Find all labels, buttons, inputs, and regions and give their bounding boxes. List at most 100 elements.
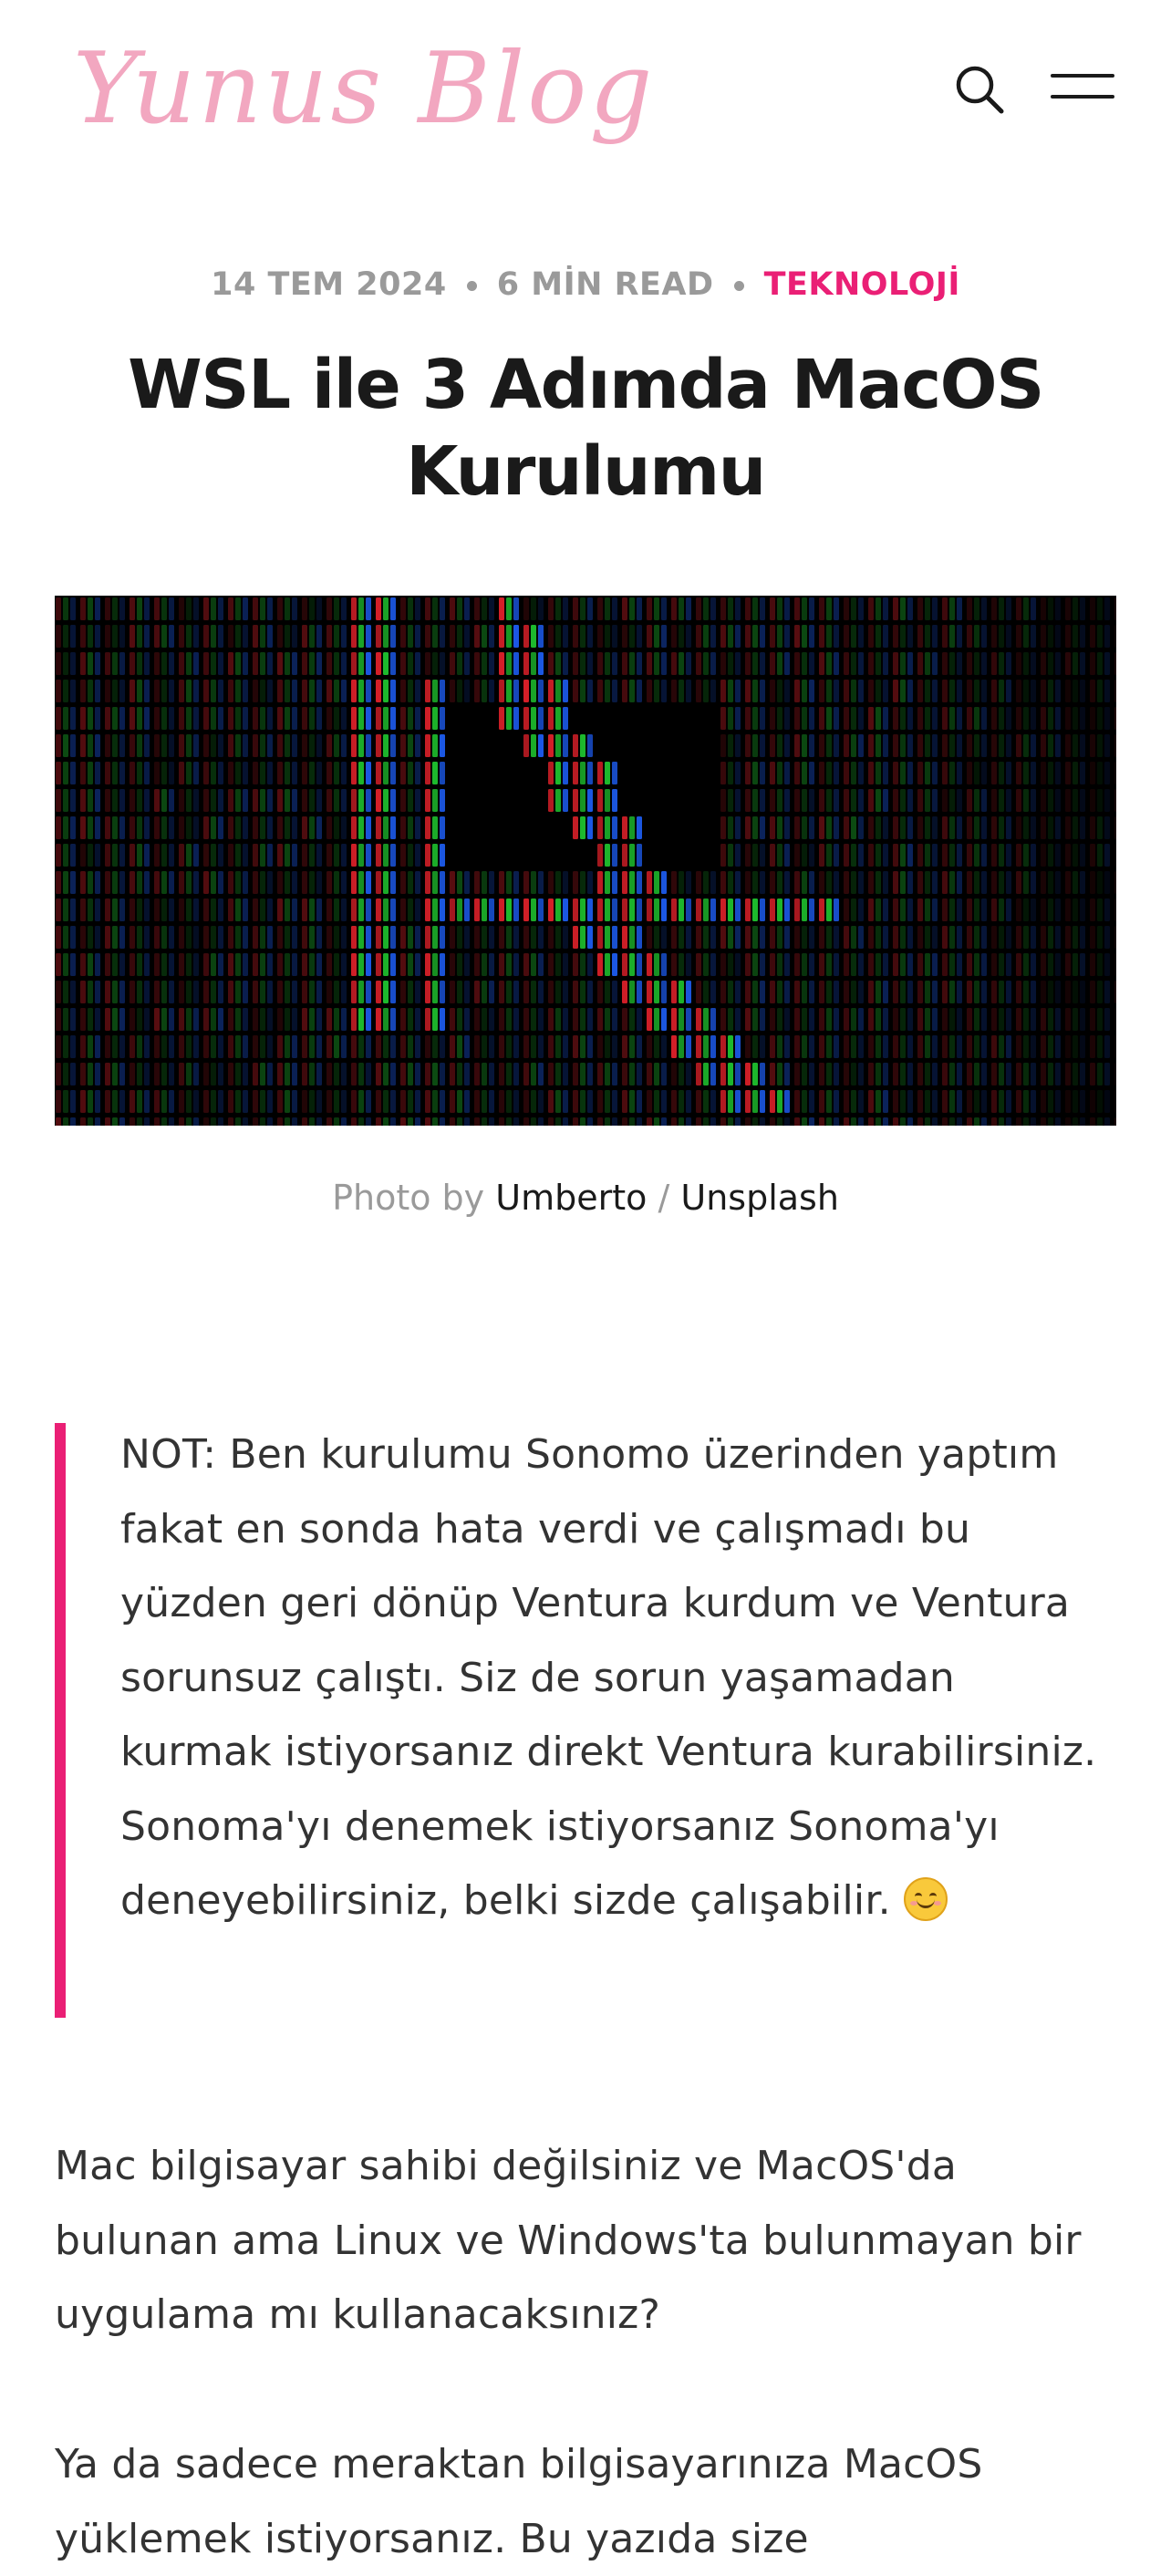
menu-icon [1051, 74, 1114, 78]
subpixel [1031, 871, 1036, 894]
subpixel [119, 707, 125, 730]
subpixel [70, 707, 76, 730]
subpixel [334, 1117, 339, 1126]
search-button[interactable] [948, 58, 1012, 122]
subpixel [1097, 871, 1103, 894]
subpixel [95, 1008, 100, 1031]
subpixel [440, 981, 445, 1003]
subpixel [119, 953, 125, 976]
meta-separator [733, 280, 744, 291]
subpixel [63, 1090, 68, 1113]
subpixel [1055, 652, 1061, 675]
subpixel [432, 1090, 438, 1113]
subpixel [506, 1090, 512, 1113]
menu-button[interactable] [1040, 55, 1124, 119]
subpixel [218, 789, 223, 812]
subpixel [523, 926, 529, 949]
subpixel [334, 762, 339, 784]
subpixel [735, 1035, 741, 1058]
subpixel [735, 680, 741, 702]
subpixel [154, 898, 160, 921]
subpixel [612, 1035, 617, 1058]
subpixel [745, 871, 751, 894]
subpixel [130, 1035, 135, 1058]
subpixel [415, 1063, 420, 1085]
subpixel [580, 1063, 586, 1085]
subpixel [999, 844, 1004, 867]
subpixel [1023, 734, 1029, 757]
subpixel [622, 981, 627, 1003]
site-logo[interactable]: Yunus Blog [73, 26, 655, 153]
subpixel [876, 625, 881, 648]
subpixel [432, 844, 438, 867]
subpixel [858, 652, 864, 675]
subpixel [130, 734, 135, 757]
subpixel [119, 1063, 125, 1085]
subpixel [876, 844, 881, 867]
subpixel [784, 926, 790, 949]
subpixel [260, 871, 265, 894]
subpixel [893, 652, 898, 675]
subpixel [703, 898, 709, 921]
subpixel [770, 1117, 775, 1126]
subpixel [777, 816, 782, 839]
subpixel [474, 652, 480, 675]
subpixel [531, 597, 536, 620]
subpixel [1048, 625, 1053, 648]
subpixel [932, 981, 938, 1003]
subpixel [415, 1117, 420, 1126]
post-category-link[interactable]: TEKNOLOJİ [764, 266, 960, 303]
subpixel [563, 707, 568, 730]
subpixel [400, 597, 406, 620]
subpixel [991, 816, 997, 839]
subpixel [130, 898, 135, 921]
subpixel [907, 898, 913, 921]
subpixel [661, 652, 667, 675]
subpixel [341, 680, 347, 702]
subpixel [88, 762, 93, 784]
subpixel [112, 871, 118, 894]
subpixel [777, 652, 782, 675]
subpixel [211, 680, 216, 702]
subpixel [334, 680, 339, 702]
subpixel [292, 625, 297, 648]
subpixel [326, 734, 332, 757]
subpixel [784, 898, 790, 921]
subpixel [80, 680, 86, 702]
subpixel [203, 707, 209, 730]
subpixel [63, 844, 68, 867]
subpixel [974, 1063, 979, 1085]
subpixel [186, 707, 192, 730]
subpixel [1048, 926, 1053, 949]
subpixel [292, 1008, 297, 1031]
subpixel [464, 1008, 470, 1031]
subpixel [56, 762, 61, 784]
unsplash-link[interactable]: Unsplash [680, 1178, 839, 1218]
subpixel [752, 1063, 758, 1085]
subpixel [1055, 898, 1061, 921]
subpixel [612, 898, 617, 921]
subpixel [1073, 981, 1078, 1003]
subpixel [440, 1035, 445, 1058]
subpixel [981, 816, 987, 839]
subpixel [415, 652, 420, 675]
subpixel [1097, 1117, 1103, 1126]
subpixel [612, 1117, 617, 1126]
subpixel [834, 789, 839, 812]
subpixel [211, 844, 216, 867]
subpixel [647, 981, 652, 1003]
subpixel [144, 652, 150, 675]
subpixel [285, 844, 290, 867]
subpixel [868, 844, 874, 867]
photographer-link[interactable]: Umberto [495, 1178, 647, 1218]
subpixel [794, 734, 800, 757]
subpixel [464, 1035, 470, 1058]
subpixel [440, 844, 445, 867]
subpixel [235, 871, 241, 894]
subpixel [1090, 898, 1095, 921]
subpixel [819, 597, 824, 620]
subpixel [942, 1090, 948, 1113]
subpixel [925, 762, 930, 784]
subpixel [193, 789, 199, 812]
subpixel [777, 597, 782, 620]
